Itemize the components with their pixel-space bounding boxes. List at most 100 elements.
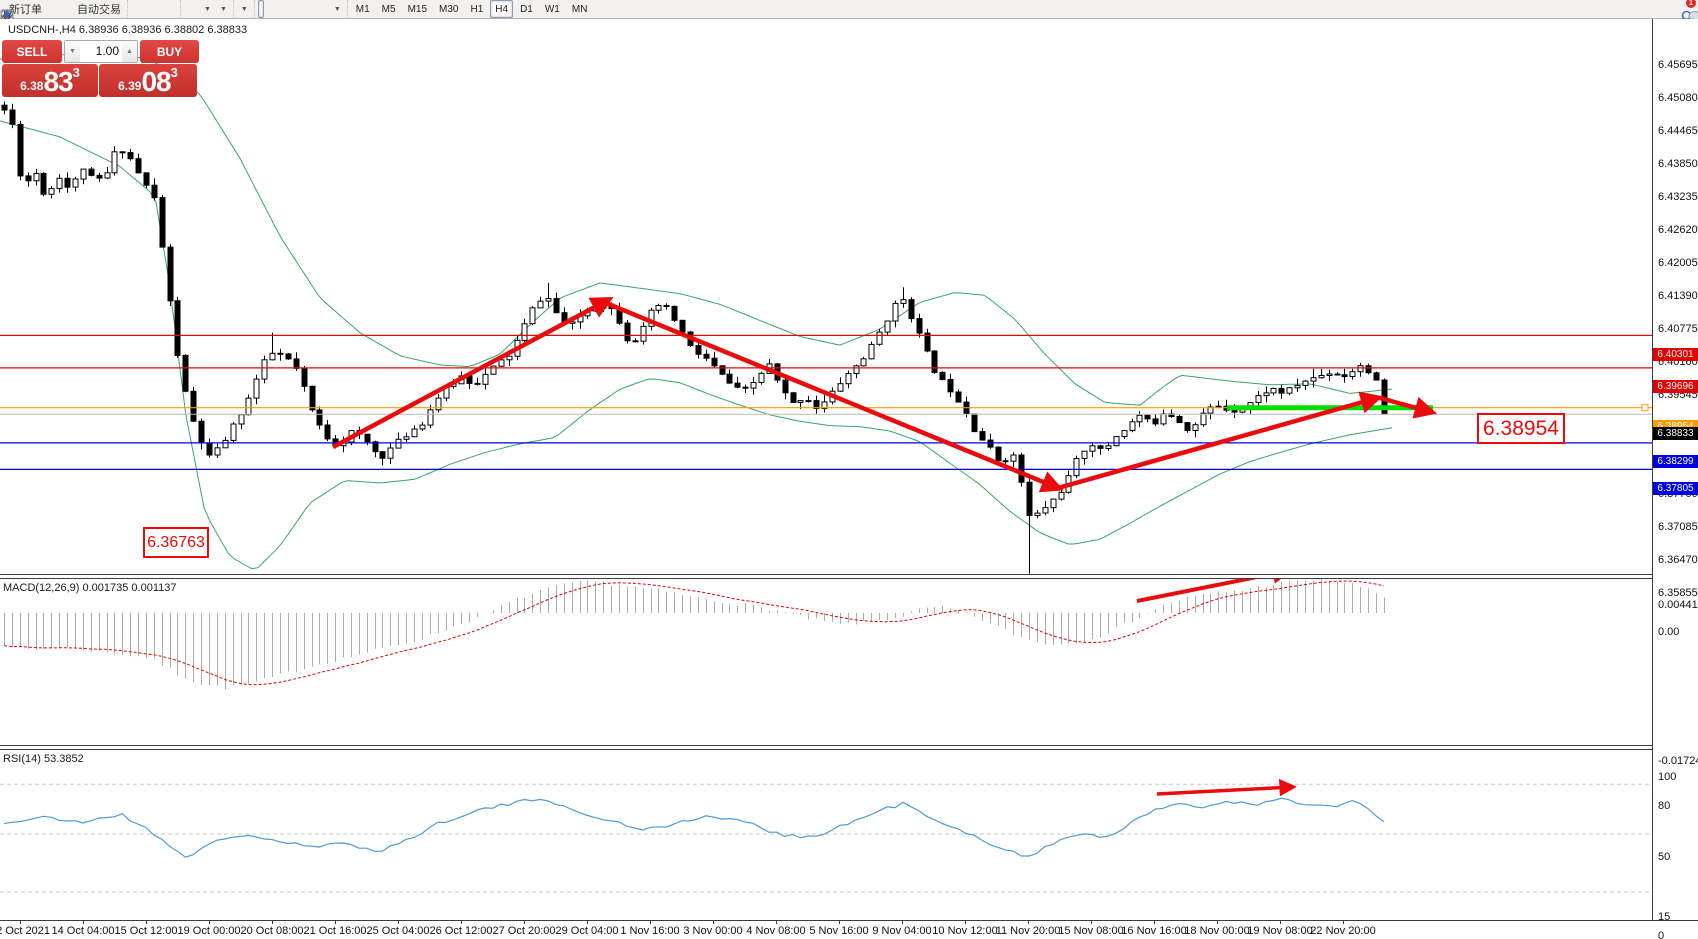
date-tick-mark (398, 920, 399, 924)
low-price-callout[interactable]: 6.36763 (143, 527, 209, 558)
trendline-button[interactable] (290, 0, 296, 18)
date-tick-mark (713, 920, 714, 924)
date-tick-label: 11 Nov 20:00 (996, 925, 1061, 937)
volume-increase-icon[interactable]: ▲ (122, 41, 137, 62)
notification-badge: 1 (1686, 0, 1696, 8)
search-button[interactable] (1679, 0, 1685, 18)
volume-decrease-icon[interactable]: ▼ (65, 41, 80, 62)
rsi-pane-separator[interactable] (0, 745, 1653, 750)
sell-price[interactable]: 6.38 83 3 (2, 64, 98, 97)
zoom-in-button[interactable] (155, 0, 161, 18)
date-tick-label: 4 Nov 08:00 (746, 925, 805, 937)
date-tick-label: 21 Oct 16:00 (304, 925, 367, 937)
rsi-pane[interactable] (0, 748, 1652, 920)
line-chart-button[interactable] (147, 0, 153, 18)
date-tick-mark (1343, 920, 1344, 924)
arrows-button[interactable]: ▼ (330, 0, 344, 18)
zoom-out-button[interactable] (163, 0, 169, 18)
chart-window[interactable]: USDCNH-,H4 6.38936 6.38936 6.38802 6.388… (0, 19, 1698, 939)
metaeditor-button[interactable] (47, 0, 53, 18)
date-tick-label: 14 Oct 04:00 (52, 925, 115, 937)
timeframe-w1-button[interactable]: W1 (540, 0, 565, 18)
rsi-axis-tick: 0 (1658, 930, 1664, 939)
auto-trading-button[interactable]: 自动交易 (71, 0, 124, 18)
line-handle[interactable] (1642, 405, 1648, 411)
rsi-label: RSI(14) 53.3852 (3, 753, 84, 765)
periods-button[interactable]: ▼ (216, 0, 230, 18)
price-tick: 6.37085 (1658, 521, 1698, 533)
buy-button[interactable]: BUY (140, 40, 199, 63)
timeframe-m30-button[interactable]: M30 (434, 0, 463, 18)
tile-windows-button[interactable] (171, 0, 177, 18)
date-tick-mark (587, 920, 588, 924)
buy-price[interactable]: 6.39 08 3 (99, 64, 197, 97)
rsi-axis-tick: 15 (1658, 911, 1670, 923)
level-price-callout[interactable]: 6.38954 (1477, 413, 1565, 444)
date-tick-mark (1154, 920, 1155, 924)
price-tick: 6.43235 (1658, 191, 1698, 203)
date-tick-mark (272, 920, 273, 924)
toolbar-group-2: ▼▼ (180, 0, 233, 18)
volume-stepper[interactable]: ▼ 1.00 ▲ (64, 40, 138, 63)
price-tick: 6.35855 (1658, 587, 1698, 599)
date-tick-mark (524, 920, 525, 924)
auto-trading-button-label: 自动交易 (77, 1, 121, 17)
add-indicator-button[interactable]: ▼ (200, 0, 214, 18)
sell-price-prefix: 6.38 (20, 79, 43, 96)
strategy-tester-button[interactable] (63, 0, 69, 18)
sell-price-fraction: 3 (73, 64, 80, 80)
candlestick-chart-button[interactable] (139, 0, 145, 18)
macd-pane-separator[interactable] (0, 574, 1653, 579)
date-tick-label: 15 Oct 12:00 (115, 925, 178, 937)
rsi-axis-tick: 50 (1658, 851, 1670, 863)
templates-button[interactable]: ▼ (237, 0, 251, 18)
text-button[interactable]: A (314, 0, 320, 18)
timeframe-m1-button[interactable]: M1 (351, 0, 375, 18)
price-axis-border (1652, 19, 1653, 920)
label-button[interactable]: T (322, 0, 328, 18)
timeframe-h1-button[interactable]: H1 (465, 0, 488, 18)
sell-price-pips: 83 (43, 68, 72, 96)
timeframe-m15-button[interactable]: M15 (403, 0, 432, 18)
timeframe-group: M1M5M15M30H1H4D1W1MN (347, 0, 596, 18)
indicator-windows-button[interactable] (192, 0, 198, 18)
chevron-down-icon: ▼ (241, 6, 248, 13)
hline-button[interactable] (282, 0, 288, 18)
toolbar-group-3: ▼ (233, 0, 254, 18)
date-tick-mark (83, 920, 84, 924)
macd-axis-tick: -0.017247 (1658, 755, 1698, 767)
price-badge-6.39696: 6.39696 (1653, 380, 1698, 393)
rsi-axis-tick: 100 (1658, 771, 1676, 783)
timeframe-m5-button[interactable]: M5 (377, 0, 401, 18)
crosshair-button[interactable] (266, 0, 272, 18)
fibonacci-button[interactable]: F (306, 0, 312, 18)
bollinger-lower-band (0, 121, 1392, 569)
indicators-button[interactable] (184, 0, 190, 18)
timeframe-h4-button[interactable]: H4 (490, 0, 513, 18)
bar-chart-button[interactable] (131, 0, 137, 18)
sell-button[interactable]: SELL (2, 40, 62, 63)
date-axis-border (0, 920, 1698, 921)
price-tick: 6.45080 (1658, 92, 1698, 104)
volume-value[interactable]: 1.00 (80, 41, 122, 62)
price-tick: 6.42620 (1658, 224, 1698, 236)
date-tick-mark (335, 920, 336, 924)
price-badge-6.38299: 6.38299 (1653, 455, 1698, 468)
vline-button[interactable] (274, 0, 280, 18)
date-tick-mark (20, 920, 21, 924)
market-watch-button[interactable] (55, 0, 61, 18)
macd-trend-arrow[interactable] (1137, 578, 1287, 601)
chevron-down-icon: ▼ (204, 6, 211, 13)
channel-button[interactable]: E (298, 0, 304, 18)
date-tick-mark (965, 920, 966, 924)
date-tick-mark (776, 920, 777, 924)
rsi-trend-arrow[interactable] (1157, 787, 1292, 794)
timeframe-d1-button[interactable]: D1 (515, 0, 538, 18)
date-tick-mark (146, 920, 147, 924)
alerts-button[interactable]: 1 (1687, 0, 1693, 18)
cursor-button[interactable] (258, 0, 264, 18)
macd-pane[interactable] (0, 578, 1652, 745)
macd-histogram (5, 579, 1385, 690)
price-chart-pane[interactable] (0, 19, 1652, 575)
timeframe-mn-button[interactable]: MN (567, 0, 593, 18)
